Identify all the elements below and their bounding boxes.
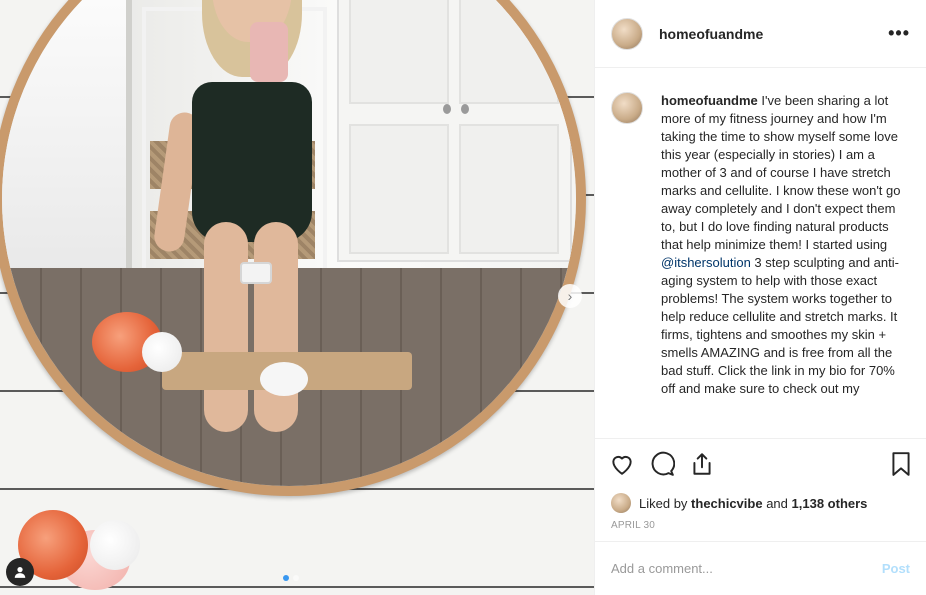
post-image[interactable]: › — [0, 0, 594, 595]
instagram-post: › homeofuandme ••• homeofuandme I've bee… — [0, 0, 926, 595]
caption-username[interactable]: homeofuandme — [661, 93, 758, 108]
post-header: homeofuandme ••• — [595, 0, 926, 68]
liker-avatar[interactable] — [611, 493, 631, 513]
carousel-dot — [283, 575, 289, 581]
likes-mid: and — [766, 495, 788, 511]
caption-body-start: I've been sharing a lot more of my fitne… — [661, 93, 901, 252]
comment-icon[interactable] — [649, 451, 675, 477]
cream-jar — [240, 262, 272, 284]
heart-icon[interactable] — [609, 451, 635, 477]
likes-prefix: Liked by — [639, 495, 688, 511]
flower-decor — [142, 332, 182, 372]
mention-link[interactable]: @itshersolution — [661, 255, 751, 270]
closet-door — [337, 0, 572, 262]
action-bar — [595, 438, 926, 488]
user-tag-button[interactable] — [6, 558, 34, 586]
avatar[interactable] — [611, 92, 643, 124]
round-mirror — [0, 0, 586, 496]
likes-count[interactable]: 1,138 others — [792, 496, 868, 511]
comment-box: Post — [595, 541, 926, 595]
liker-username[interactable]: thechicvibe — [691, 496, 763, 511]
caption-text: homeofuandme I've been sharing a lot mor… — [661, 92, 910, 434]
more-options-icon[interactable]: ••• — [888, 23, 910, 44]
person — [152, 0, 332, 432]
share-icon[interactable] — [689, 451, 715, 477]
cup — [260, 362, 308, 396]
caption-area: homeofuandme I've been sharing a lot mor… — [595, 68, 926, 434]
carousel-dot — [293, 575, 299, 581]
caption-body-end: 3 step sculpting and anti-aging system t… — [661, 255, 899, 396]
post-sidebar: homeofuandme ••• homeofuandme I've been … — [594, 0, 926, 595]
window — [2, 0, 132, 272]
carousel-next-button[interactable]: › — [558, 284, 582, 308]
user-tag-icon — [14, 567, 26, 578]
carousel-indicator — [283, 575, 299, 581]
username-link[interactable]: homeofuandme — [659, 26, 763, 42]
phone — [250, 22, 288, 82]
bookmark-icon[interactable] — [888, 451, 914, 477]
post-date[interactable]: APRIL 30 — [595, 512, 926, 541]
likes-summary: Liked by thechicvibe and 1,138 others — [595, 488, 926, 513]
post-comment-button[interactable]: Post — [882, 561, 910, 576]
flower-decor — [90, 520, 140, 570]
comment-input[interactable] — [611, 561, 882, 576]
avatar[interactable] — [611, 17, 643, 50]
chevron-right-icon: › — [567, 288, 573, 304]
